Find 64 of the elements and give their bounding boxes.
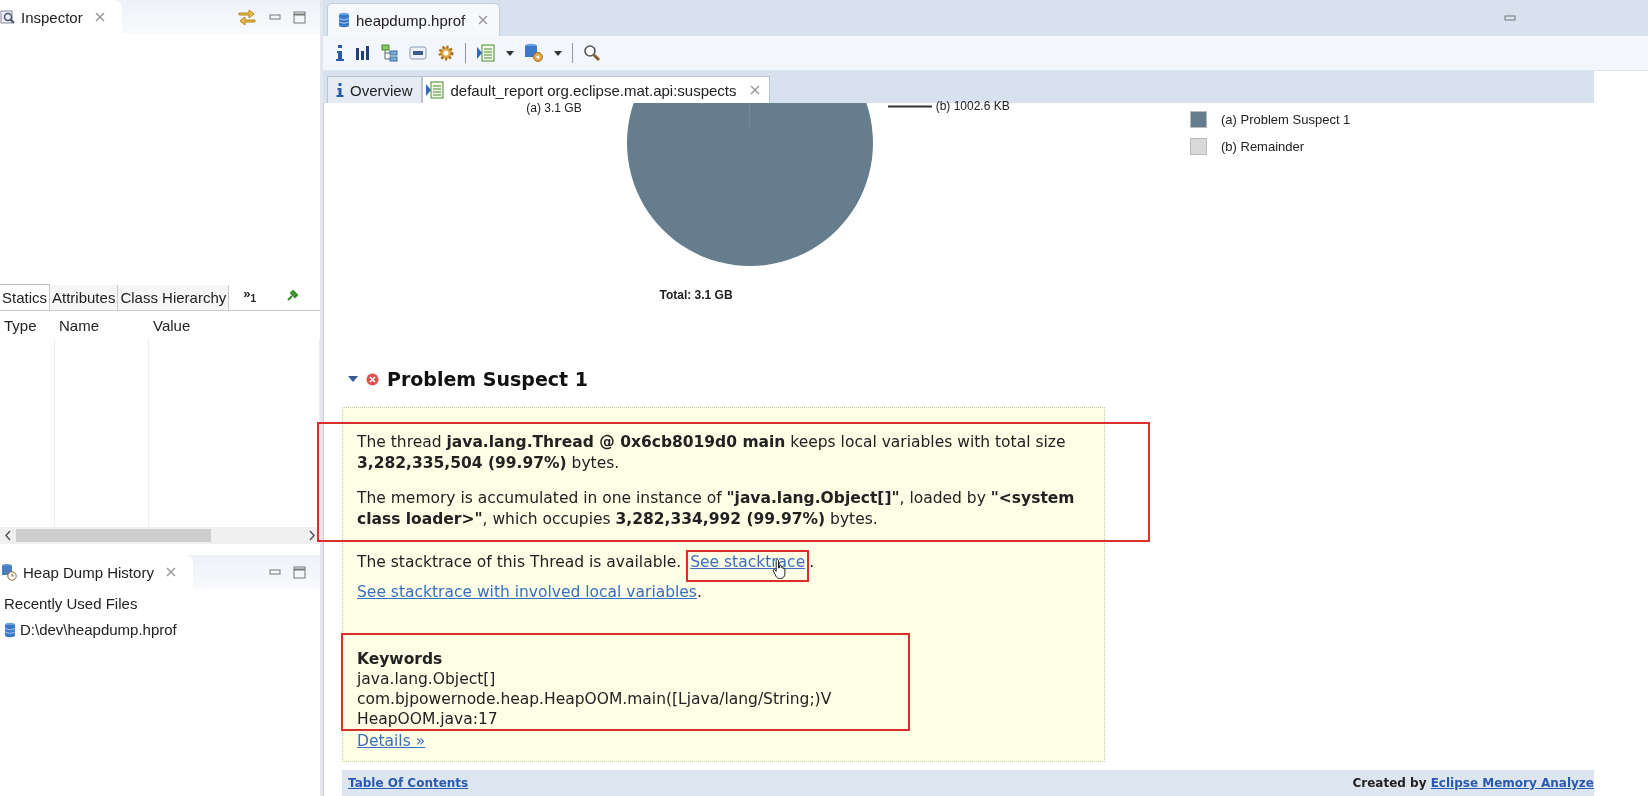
database-icon <box>4 621 16 638</box>
column-header[interactable]: Name <box>55 316 149 334</box>
file-item[interactable]: D:\dev\heapdump.hprof <box>4 621 316 638</box>
footer-text: Created by <box>1352 776 1427 790</box>
view-tab[interactable]: Heap Dump History <box>0 555 193 589</box>
error-icon <box>366 372 379 386</box>
table-of-contents-link[interactable]: Table Of Contents <box>348 776 469 790</box>
horizontal-scrollbar[interactable] <box>0 527 320 544</box>
gear-icon[interactable] <box>437 44 455 62</box>
close-icon[interactable] <box>477 14 490 26</box>
link[interactable]: See stacktrace <box>690 553 806 571</box>
info-icon <box>336 82 344 98</box>
view-tab[interactable]: Inspector <box>0 0 122 34</box>
tree-group-label[interactable]: Recently Used Files <box>4 595 316 612</box>
magnifier-icon <box>0 9 16 25</box>
info-icon[interactable] <box>335 44 345 62</box>
database-icon <box>338 12 350 28</box>
close-icon[interactable] <box>93 11 106 23</box>
minimize-icon[interactable] <box>269 13 281 21</box>
page-tab[interactable]: Statics <box>0 284 50 310</box>
product-link[interactable]: Eclipse Memory Analyze <box>1430 776 1594 790</box>
link[interactable]: See stacktrace with involved local variables <box>357 583 697 601</box>
paragraph: The memory is accumulated in one instance of "java.lang.Object[]", loaded by "<system class loader>", which occupies 3,282,334,992 (99.97%) bytes. <box>357 488 1076 530</box>
page-tab[interactable]: Attributes <box>50 285 119 310</box>
slice-label: (b) 1002.6 KB <box>935 99 1010 113</box>
details-link[interactable]: Details » <box>357 731 1090 751</box>
editor-tab[interactable]: heapdump.hprof <box>327 3 501 36</box>
report-icon[interactable] <box>476 44 496 62</box>
pin-icon[interactable] <box>286 290 299 302</box>
bar-chart-icon[interactable] <box>355 45 371 61</box>
keyword-line: com.bjpowernode.heap.HeapOOM.main([Ljava/lang/String;)V <box>357 689 833 709</box>
column-header[interactable]: Type <box>0 316 55 334</box>
page-tab[interactable]: Class Hierarchy <box>118 285 230 310</box>
keyword-line: HeapOOM.java:17 <box>357 709 499 729</box>
caret-icon[interactable] <box>506 50 514 56</box>
query-icon[interactable] <box>409 45 427 61</box>
maximize-icon[interactable] <box>293 10 306 24</box>
maximize-icon[interactable] <box>293 565 306 579</box>
column-header[interactable]: Value <box>149 316 320 334</box>
paragraph: The thread java.lang.Thread @ 0x6cb8019d0 main keeps local variables with total size 3,282,335,504 (99.97%) bytes. <box>357 432 1067 474</box>
keywords-heading: Keywords <box>357 649 444 669</box>
more-tabs-button[interactable]: »$_{1}$ <box>243 286 257 310</box>
paragraph: The stacktrace of this Thread is available. See stacktrace . See stacktrace with involved local variables. <box>357 550 1090 603</box>
minimize-icon[interactable] <box>269 568 281 576</box>
slice-label: (a) 3.1 GB <box>526 101 582 115</box>
section-heading: Problem Suspect 1 <box>387 368 588 390</box>
sync-arrows-icon[interactable] <box>237 8 257 26</box>
search-icon[interactable] <box>583 44 601 62</box>
report-tab[interactable]: Overview <box>327 76 422 103</box>
tree-icon[interactable] <box>381 44 399 62</box>
minimize-icon[interactable] <box>1504 14 1516 22</box>
report-tab[interactable]: default_report org.eclipse.mat.api:suspects <box>421 76 770 103</box>
keyword-line: java.lang.Object[] <box>357 669 497 689</box>
database-gear-icon[interactable] <box>524 43 544 63</box>
legend-label: (a) Problem Suspect 1 <box>1221 112 1351 127</box>
close-icon[interactable] <box>748 84 761 96</box>
expanded-triangle-icon[interactable] <box>348 375 358 383</box>
leader-line <box>887 104 932 108</box>
chart-title: Total: 3.1 GB <box>659 288 733 302</box>
report-icon <box>424 81 445 99</box>
database-clock-icon <box>0 563 18 581</box>
legend-label: (b) Remainder <box>1221 139 1305 154</box>
caret-icon[interactable] <box>554 50 562 56</box>
close-icon[interactable] <box>164 566 177 578</box>
